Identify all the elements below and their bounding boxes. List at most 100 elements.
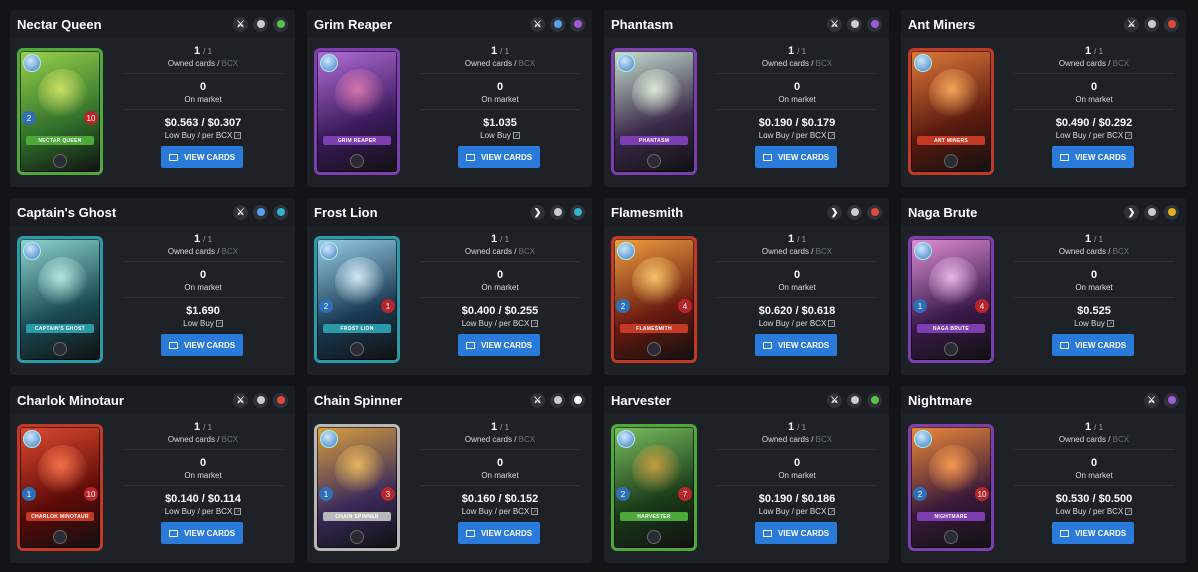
card-title[interactable]: Nightmare: [908, 393, 1144, 408]
external-link-icon[interactable]: ↗: [215, 320, 223, 328]
card-image[interactable]: 2 1 FROST LION: [314, 236, 400, 363]
view-cards-button[interactable]: VIEW CARDS: [1052, 334, 1134, 356]
view-cards-button[interactable]: VIEW CARDS: [458, 334, 540, 356]
view-cards-button[interactable]: VIEW CARDS: [458, 522, 540, 544]
card-image[interactable]: 2 4 FLAMESMITH: [611, 236, 697, 363]
rare-rarity-icon: [253, 204, 268, 220]
mana-icon: [617, 242, 635, 260]
price-row: $0.563 / $0.307 Low Buy / per BCX ↗: [123, 110, 283, 146]
card-image[interactable]: 2 10 NECTAR QUEEN: [17, 48, 103, 175]
external-link-icon[interactable]: ↗: [1125, 508, 1133, 516]
card-title[interactable]: Captain's Ghost: [17, 205, 233, 220]
market-row: 0 On market: [717, 450, 877, 486]
card-image[interactable]: 2 10 NIGHTMARE: [908, 424, 994, 551]
card-name-banner: HARVESTER: [620, 512, 688, 521]
owned-label: Owned cards / BCX: [167, 435, 239, 444]
price-value: $1.690: [186, 305, 220, 317]
card-title[interactable]: Harvester: [611, 393, 827, 408]
price-row: $1.690 Low Buy ↗: [123, 298, 283, 334]
mana-icon: [914, 54, 932, 72]
card-image[interactable]: GRIM REAPER: [314, 48, 400, 175]
cards-icon: [762, 529, 772, 537]
external-link-icon[interactable]: ↗: [1125, 132, 1133, 140]
market-count: 0: [199, 457, 207, 469]
price-row: $0.620 / $0.618 Low Buy / per BCX ↗: [717, 298, 877, 334]
view-cards-button[interactable]: VIEW CARDS: [1052, 146, 1134, 168]
card-title[interactable]: Chain Spinner: [314, 393, 530, 408]
mana-icon: [320, 242, 338, 260]
view-cards-button[interactable]: VIEW CARDS: [161, 146, 243, 168]
view-cards-button[interactable]: VIEW CARDS: [161, 334, 243, 356]
external-link-icon[interactable]: ↗: [512, 132, 520, 140]
external-link-icon[interactable]: ↗: [828, 132, 836, 140]
edition-icon: [647, 530, 661, 544]
card-image[interactable]: 1 4 NAGA BRUTE: [908, 236, 994, 363]
cards-icon: [168, 529, 178, 537]
card-grid: Nectar Queen ⚔ 2 10 NECTAR QUEEN 1 / 1 O…: [10, 10, 1186, 563]
market-count: 0: [793, 457, 801, 469]
health-stat: 4: [678, 299, 692, 313]
view-cards-button[interactable]: VIEW CARDS: [1052, 522, 1134, 544]
card-name-banner: FLAMESMITH: [620, 324, 688, 333]
card-image[interactable]: 1 3 CHAIN SPINNER: [314, 424, 400, 551]
card-image[interactable]: 1 10 CHARLOK MINOTAUR: [17, 424, 103, 551]
card-name-banner: CHAIN SPINNER: [323, 512, 391, 521]
owned-row: 1 / 1 Owned cards / BCX: [420, 38, 580, 74]
death-element-icon: [570, 16, 585, 32]
external-link-icon[interactable]: ↗: [828, 320, 836, 328]
card-header: Nightmare ⚔: [901, 386, 1186, 414]
price-value: $0.400 / $0.255: [461, 305, 539, 317]
view-cards-button[interactable]: VIEW CARDS: [161, 522, 243, 544]
card-body: CAPTAIN'S GHOST 1 / 1 Owned cards / BCX …: [10, 226, 295, 375]
owned-count: 1 / 1: [490, 233, 510, 245]
owned-count: 1 / 1: [787, 45, 807, 57]
regular-foil-icon: [253, 16, 268, 32]
view-cards-button[interactable]: VIEW CARDS: [458, 146, 540, 168]
card-name-banner: NAGA BRUTE: [917, 324, 985, 333]
market-row: 0 On market: [717, 74, 877, 110]
cards-icon: [465, 529, 475, 537]
card-stats: 1 / 1 Owned cards / BCX 0 On market $0.1…: [717, 38, 877, 146]
card-header: Charlok Minotaur ⚔: [10, 386, 295, 414]
card-title[interactable]: Frost Lion: [314, 205, 530, 220]
regular-foil-icon: [550, 204, 565, 220]
external-link-icon[interactable]: ↗: [234, 132, 242, 140]
edition-icon: [350, 342, 364, 356]
card-title[interactable]: Nectar Queen: [17, 17, 233, 32]
view-cards-button[interactable]: VIEW CARDS: [755, 522, 837, 544]
owned-count: 1 / 1: [787, 233, 807, 245]
card-stats: 1 / 1 Owned cards / BCX 0 On market $0.6…: [717, 226, 877, 334]
external-link-icon[interactable]: ↗: [234, 508, 242, 516]
edition-icon: [53, 530, 67, 544]
card-header: Captain's Ghost ⚔: [10, 198, 295, 226]
card-image[interactable]: CAPTAIN'S GHOST: [17, 236, 103, 363]
card-image[interactable]: ANT MINERS: [908, 48, 994, 175]
card-title[interactable]: Grim Reaper: [314, 17, 530, 32]
card-image[interactable]: PHANTASM: [611, 48, 697, 175]
view-cards-button[interactable]: VIEW CARDS: [755, 146, 837, 168]
external-link-icon[interactable]: ↗: [531, 320, 539, 328]
card-name-banner: ANT MINERS: [917, 136, 985, 145]
external-link-icon[interactable]: ↗: [828, 508, 836, 516]
owned-count: 1 / 1: [787, 421, 807, 433]
owned-row: 1 / 1 Owned cards / BCX: [717, 414, 877, 450]
card-badges: ⚔: [233, 16, 288, 32]
external-link-icon[interactable]: ↗: [531, 508, 539, 516]
card-title[interactable]: Ant Miners: [908, 17, 1124, 32]
market-label: On market: [1075, 95, 1113, 104]
card-title[interactable]: Naga Brute: [908, 205, 1124, 220]
card-image[interactable]: 2 7 HARVESTER: [611, 424, 697, 551]
view-cards-button[interactable]: VIEW CARDS: [755, 334, 837, 356]
chevron-right-icon: ❯: [827, 204, 842, 220]
card-stats: 1 / 1 Owned cards / BCX 0 On market $0.5…: [1014, 226, 1174, 334]
price-value: $0.190 / $0.179: [758, 117, 836, 129]
market-count: 0: [496, 269, 504, 281]
water-element-icon: [273, 204, 288, 220]
card-title[interactable]: Phantasm: [611, 17, 827, 32]
card-title[interactable]: Charlok Minotaur: [17, 393, 233, 408]
card-title[interactable]: Flamesmith: [611, 205, 827, 220]
card-art-name: ANT MINERS: [933, 137, 969, 144]
external-link-icon[interactable]: ↗: [1106, 320, 1114, 328]
speed-stat: 1: [913, 299, 927, 313]
owned-label: Owned cards / BCX: [1058, 247, 1130, 256]
